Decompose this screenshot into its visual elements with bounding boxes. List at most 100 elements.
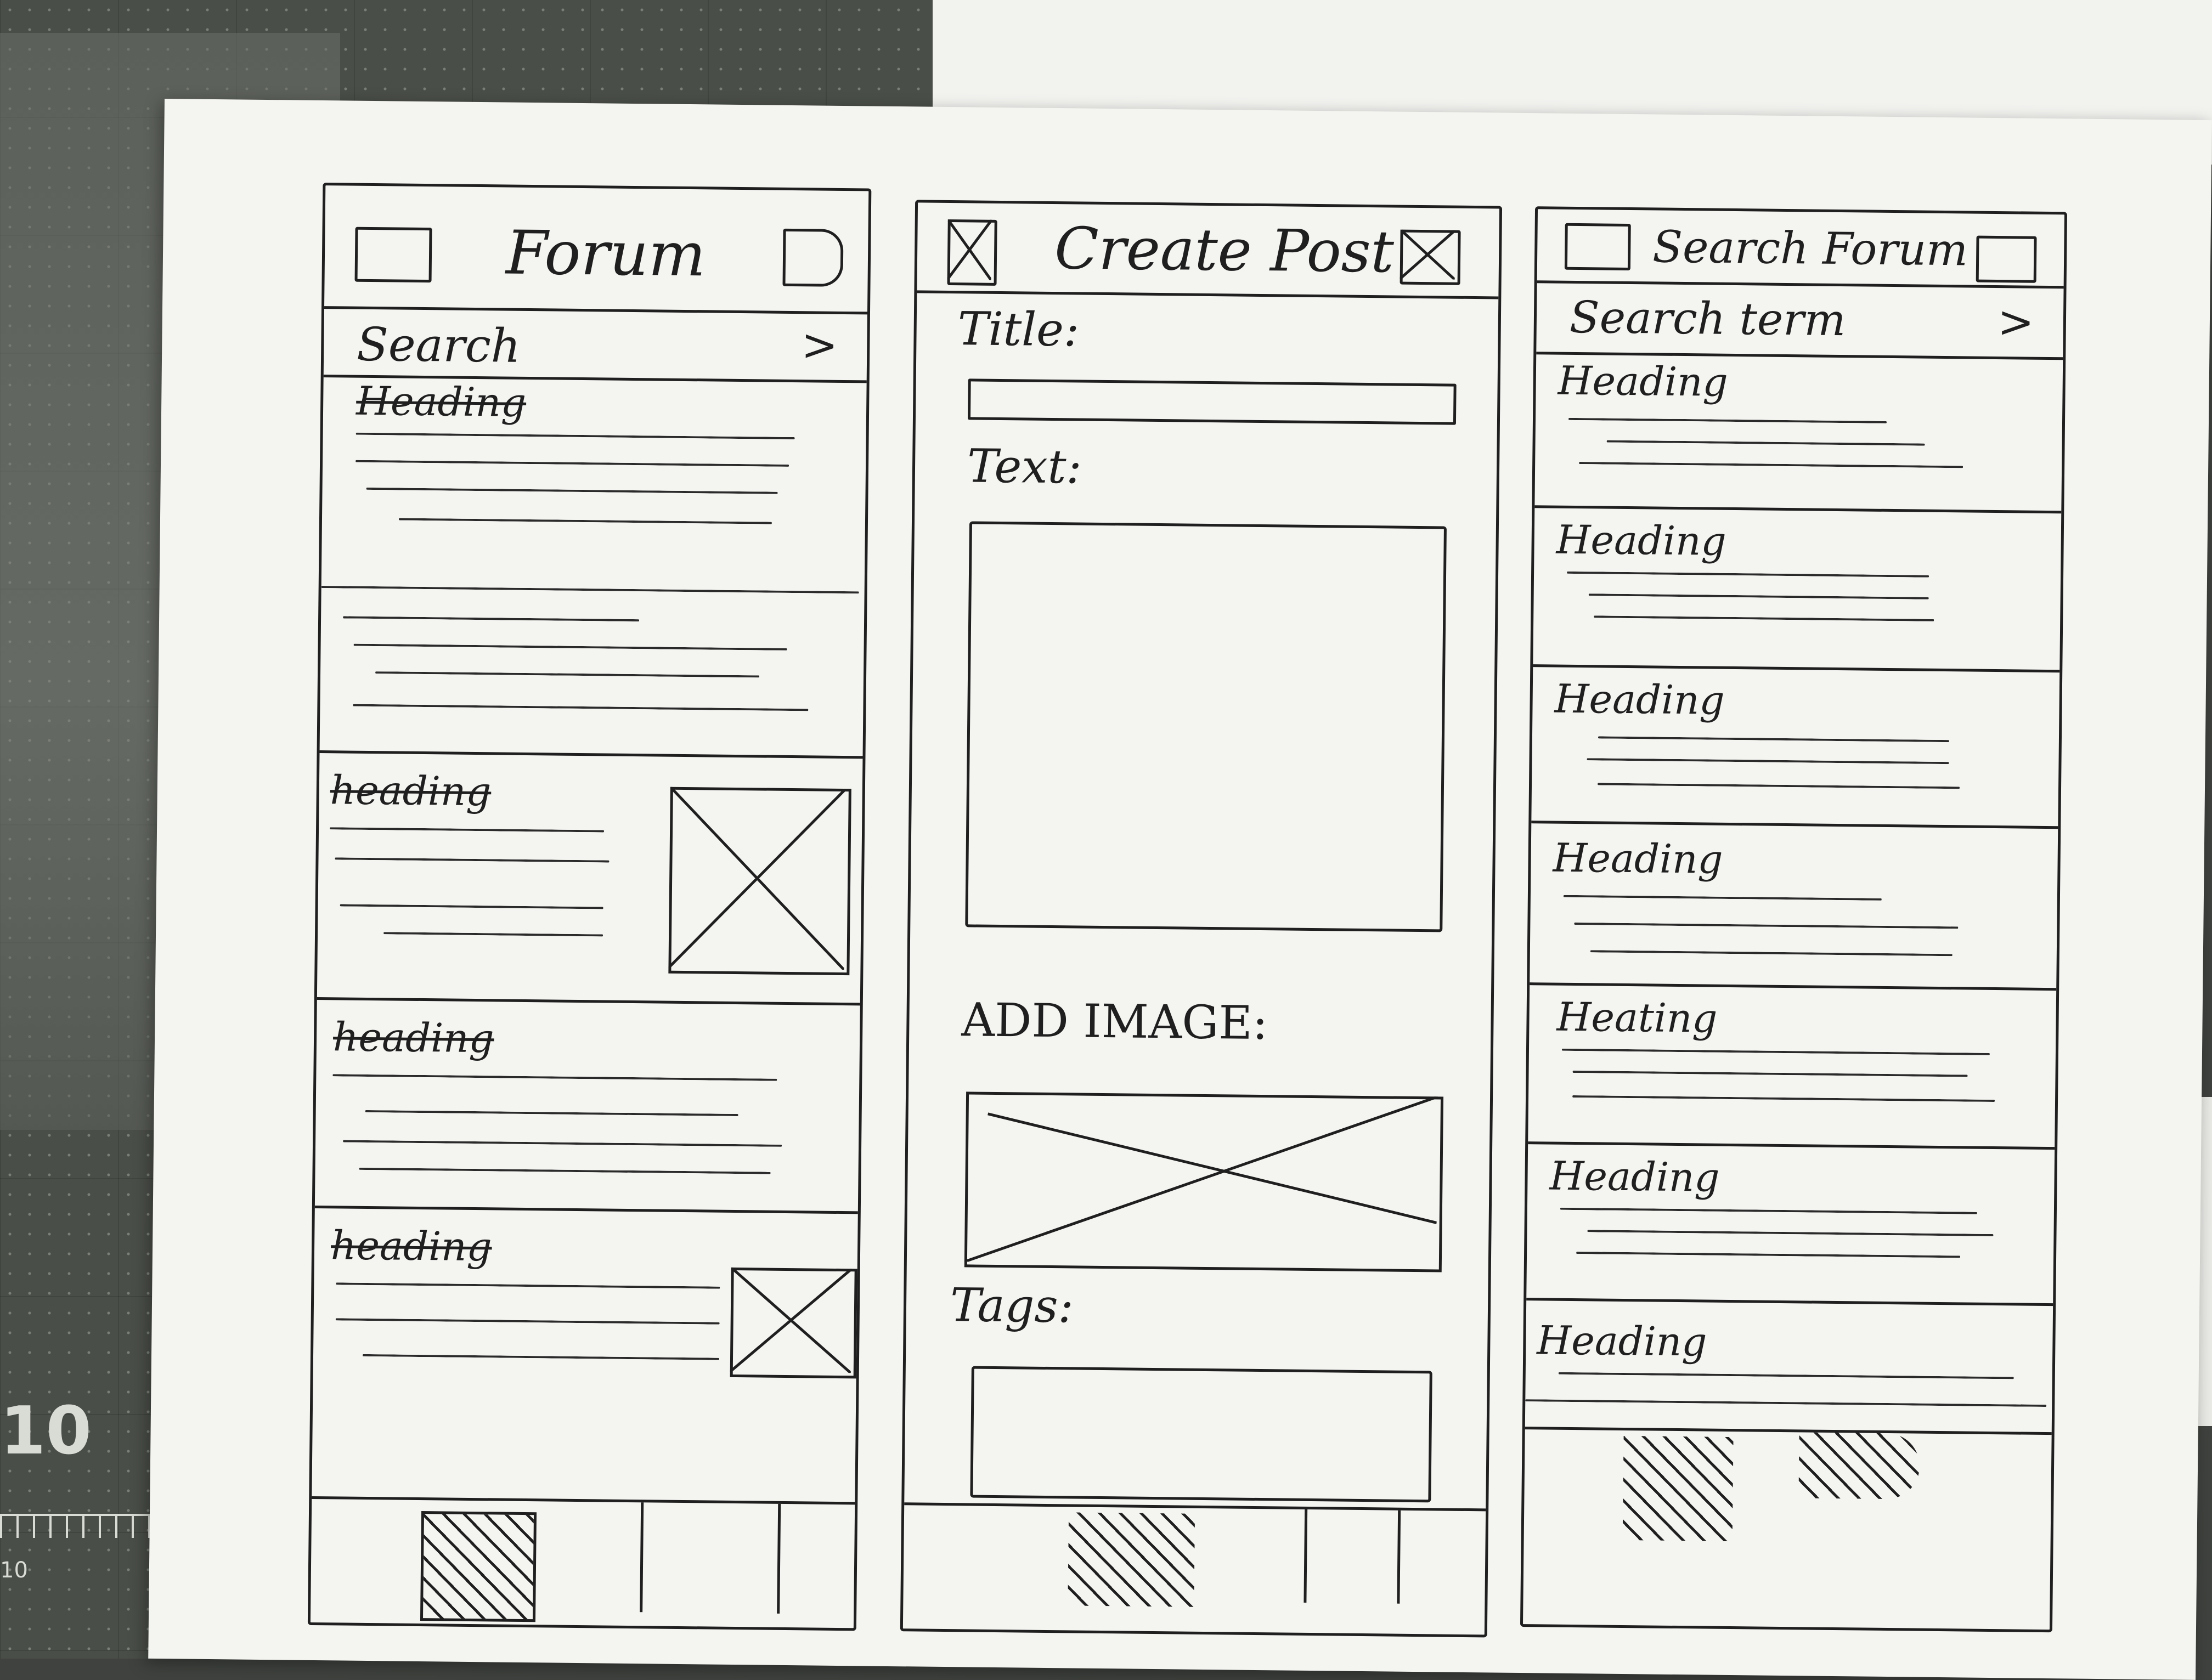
- forum-post[interactable]: heading: [317, 767, 862, 992]
- text-line: [1563, 895, 1882, 901]
- text-line: [1558, 1372, 2014, 1379]
- post-heading: heading: [330, 1222, 493, 1270]
- text-line: [365, 1110, 738, 1117]
- image-x-icon: [730, 1267, 852, 1373]
- result-divider: [1533, 664, 2060, 673]
- post-heading: Heading: [356, 377, 527, 426]
- post-heading: heading: [330, 767, 492, 815]
- text-line: [336, 1282, 720, 1289]
- text-line: [343, 616, 640, 622]
- menu-icon[interactable]: [1564, 223, 1631, 270]
- add-image-placeholder[interactable]: [964, 1091, 1444, 1272]
- tab-search[interactable]: [642, 1502, 775, 1614]
- text-line: [1587, 1230, 1994, 1237]
- text-line: [335, 857, 610, 863]
- search-term-input[interactable]: Search term: [1569, 292, 1846, 346]
- text-line: [1561, 1048, 1990, 1055]
- text-line: [321, 586, 859, 594]
- post-image-placeholder: [668, 787, 851, 976]
- add-image-label: ADD IMAGE:: [961, 993, 1268, 1050]
- close-icon[interactable]: [947, 219, 997, 286]
- text-line: [356, 460, 789, 467]
- post-divider: [317, 997, 860, 1006]
- image-x-icon: [964, 1095, 1438, 1263]
- tab-search[interactable]: [1306, 1509, 1395, 1604]
- text-line: [1590, 950, 1953, 957]
- search-result[interactable]: Heading: [1533, 516, 2062, 659]
- search-term-bar[interactable]: Search term >: [1536, 283, 2064, 360]
- tab-home-active[interactable]: [1622, 1435, 1734, 1542]
- submit-post-icon[interactable]: [1400, 229, 1461, 285]
- text-line: [1598, 736, 1949, 743]
- text-line: [335, 1318, 720, 1325]
- bottom-tab-bar: [1523, 1429, 2051, 1555]
- text-line: [1594, 615, 1934, 621]
- forum-screen-sketch: Forum Search > Heading heading heading h…: [307, 183, 872, 1631]
- image-x-icon: [668, 787, 846, 970]
- result-heading: Heading: [1554, 675, 1725, 723]
- text-input[interactable]: [965, 521, 1447, 932]
- tab-profile[interactable]: [533, 1501, 638, 1612]
- text-line: [1588, 593, 1929, 599]
- search-result[interactable]: Heading: [1532, 675, 2060, 818]
- search-submit-icon[interactable]: >: [1997, 296, 2034, 348]
- create-post-title: Create Post: [1054, 215, 1395, 286]
- mat-ruler-label: 10: [0, 1558, 28, 1583]
- text-line: [366, 487, 778, 494]
- text-line: [383, 932, 603, 937]
- text-line: [375, 671, 760, 678]
- forum-header-bar: Forum: [324, 185, 869, 315]
- forum-post[interactable]: Heading: [320, 377, 867, 745]
- forum-post[interactable]: heading: [315, 1014, 860, 1206]
- result-heading: Heading: [1549, 1152, 1720, 1201]
- tags-input[interactable]: [970, 1366, 1432, 1503]
- text-line: [353, 643, 787, 650]
- result-heading: Heading: [1536, 1317, 1707, 1365]
- text-line: [1572, 1095, 1995, 1102]
- forum-search-bar[interactable]: Search >: [323, 309, 867, 383]
- text-line: [1576, 1252, 1961, 1258]
- search-result[interactable]: Heading: [1525, 1317, 2053, 1432]
- create-post-header-bar: Create Post: [917, 202, 1500, 299]
- tab-separator: [1397, 1510, 1401, 1604]
- tab-search-active[interactable]: [1798, 1432, 1920, 1500]
- title-input[interactable]: [967, 378, 1457, 425]
- text-line: [1572, 1070, 1968, 1077]
- profile-icon[interactable]: [782, 228, 844, 287]
- result-divider: [1530, 982, 2057, 991]
- result-heading: Heading: [1553, 834, 1723, 883]
- menu-icon[interactable]: [354, 227, 432, 283]
- search-forum-title: Search Forum: [1652, 221, 1968, 276]
- result-heading: Heading: [1556, 516, 1727, 564]
- forum-title: Forum: [505, 217, 707, 290]
- tab-separator: [777, 1503, 781, 1614]
- post-image-placeholder: [730, 1267, 857, 1379]
- text-line: [1560, 1207, 1977, 1214]
- mat-number: 10: [0, 1393, 92, 1469]
- result-heading: Heading: [1558, 357, 1729, 405]
- post-divider: [314, 1205, 858, 1214]
- profile-icon[interactable]: [1976, 235, 2037, 283]
- forum-search-submit-icon[interactable]: >: [801, 319, 838, 371]
- post-divider: [319, 750, 863, 759]
- search-result[interactable]: Heading: [1527, 1152, 2055, 1289]
- text-line: [1587, 758, 1949, 765]
- post-heading: heading: [332, 1014, 495, 1062]
- search-forum-screen-sketch: Search Forum Search term > Heading Headi…: [1520, 206, 2068, 1633]
- text-line: [340, 904, 603, 909]
- search-result[interactable]: Heating: [1528, 993, 2056, 1136]
- result-divider: [1526, 1298, 2053, 1306]
- tab-home-active[interactable]: [1068, 1512, 1195, 1607]
- text-line: [353, 704, 809, 711]
- result-divider: [1531, 821, 2058, 829]
- text-line: [343, 1140, 782, 1147]
- search-result[interactable]: Heading: [1535, 357, 2063, 500]
- text-line: [1606, 440, 1925, 446]
- text-line: [398, 518, 772, 524]
- forum-post[interactable]: heading: [313, 1222, 857, 1392]
- text-line: [356, 432, 795, 440]
- forum-search-placeholder: Search: [356, 317, 521, 373]
- title-field-label: Title:: [957, 302, 1080, 357]
- tab-home-active[interactable]: [420, 1511, 537, 1622]
- search-result[interactable]: Heading: [1530, 834, 2058, 977]
